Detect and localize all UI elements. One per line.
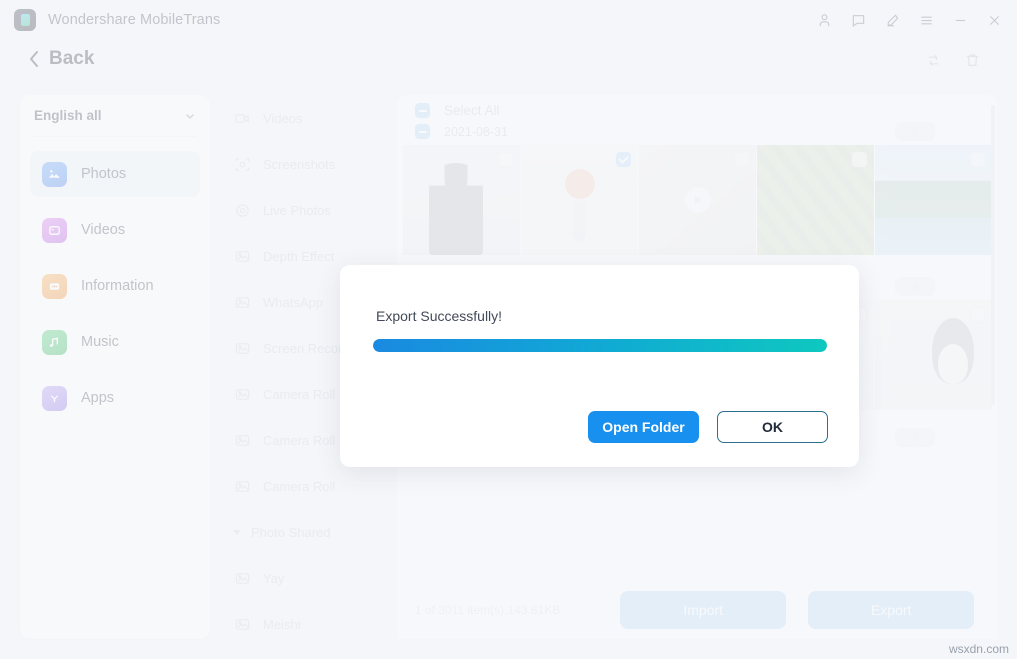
app-window: Wondershare MobileTrans <box>0 0 1017 659</box>
watermark: wsxdn.com <box>949 642 1009 656</box>
ok-button[interactable]: OK <box>717 411 828 443</box>
dialog-message: Export Successfully! <box>376 308 502 324</box>
export-success-dialog: Export Successfully! Open Folder OK <box>340 265 859 467</box>
open-folder-button[interactable]: Open Folder <box>588 411 699 443</box>
dialog-actions: Open Folder OK <box>588 411 828 443</box>
progress-bar <box>373 339 827 352</box>
progress-bar-fill <box>373 339 827 352</box>
